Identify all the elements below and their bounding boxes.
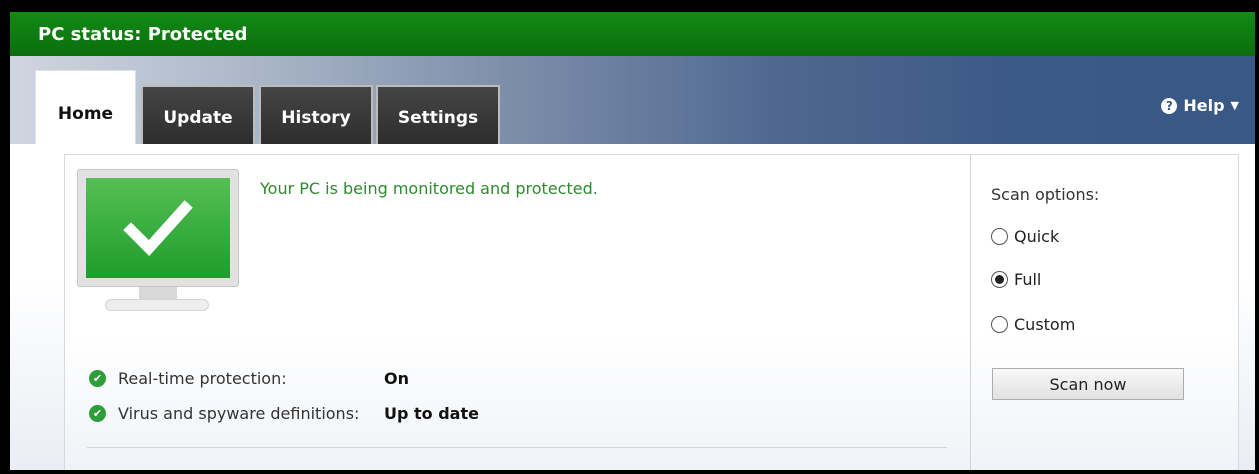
tab-history[interactable]: History (259, 85, 373, 144)
tab-settings-label: Settings (397, 107, 479, 128)
question-circle-icon: ? (1161, 97, 1178, 114)
realtime-protection-value: On (384, 369, 409, 388)
scan-option-custom[interactable]: Custom (991, 315, 1075, 334)
content-area: Your PC is being monitored and protected… (10, 144, 1255, 470)
scan-option-full[interactable]: Full (991, 270, 1041, 289)
realtime-protection-row: ✔ Real-time protection: On (89, 369, 409, 388)
radio-quick[interactable] (991, 228, 1008, 245)
protection-status-message: Your PC is being monitored and protected… (260, 179, 598, 198)
tab-update[interactable]: Update (141, 85, 255, 144)
tab-history-label: History (281, 107, 351, 128)
check-circle-icon: ✔ (89, 405, 106, 422)
definitions-value: Up to date (384, 404, 479, 423)
definitions-label: Virus and spyware definitions: (118, 404, 360, 423)
help-menu[interactable]: ? Help ▼ (1161, 96, 1239, 115)
scan-option-quick[interactable]: Quick (991, 227, 1059, 246)
check-monitor-icon (77, 169, 239, 317)
tab-update-label: Update (163, 107, 233, 128)
radio-custom[interactable] (991, 316, 1008, 333)
scan-option-custom-label: Custom (1014, 315, 1076, 334)
scan-now-button[interactable]: Scan now (992, 368, 1184, 400)
caret-down-icon: ▼ (1230, 99, 1239, 112)
realtime-protection-label: Real-time protection: (118, 369, 287, 388)
scan-option-full-label: Full (1014, 270, 1042, 289)
help-label: Help (1183, 96, 1225, 115)
radio-full[interactable] (991, 271, 1008, 288)
titlebar: PC status: Protected (10, 12, 1255, 56)
home-panel: Your PC is being monitored and protected… (64, 154, 1239, 470)
panel-divider (970, 155, 971, 470)
status-divider (87, 447, 947, 448)
scan-options-title: Scan options: (991, 185, 1100, 204)
app-window: PC status: Protected Home Update History… (0, 0, 1259, 474)
scan-option-quick-label: Quick (1014, 227, 1060, 246)
tab-home[interactable]: Home (35, 70, 136, 146)
tab-settings[interactable]: Settings (376, 85, 500, 144)
window-title: PC status: Protected (38, 24, 248, 45)
check-circle-icon: ✔ (89, 370, 106, 387)
tab-home-label: Home (57, 103, 114, 124)
definitions-row: ✔ Virus and spyware definitions: Up to d… (89, 404, 479, 423)
